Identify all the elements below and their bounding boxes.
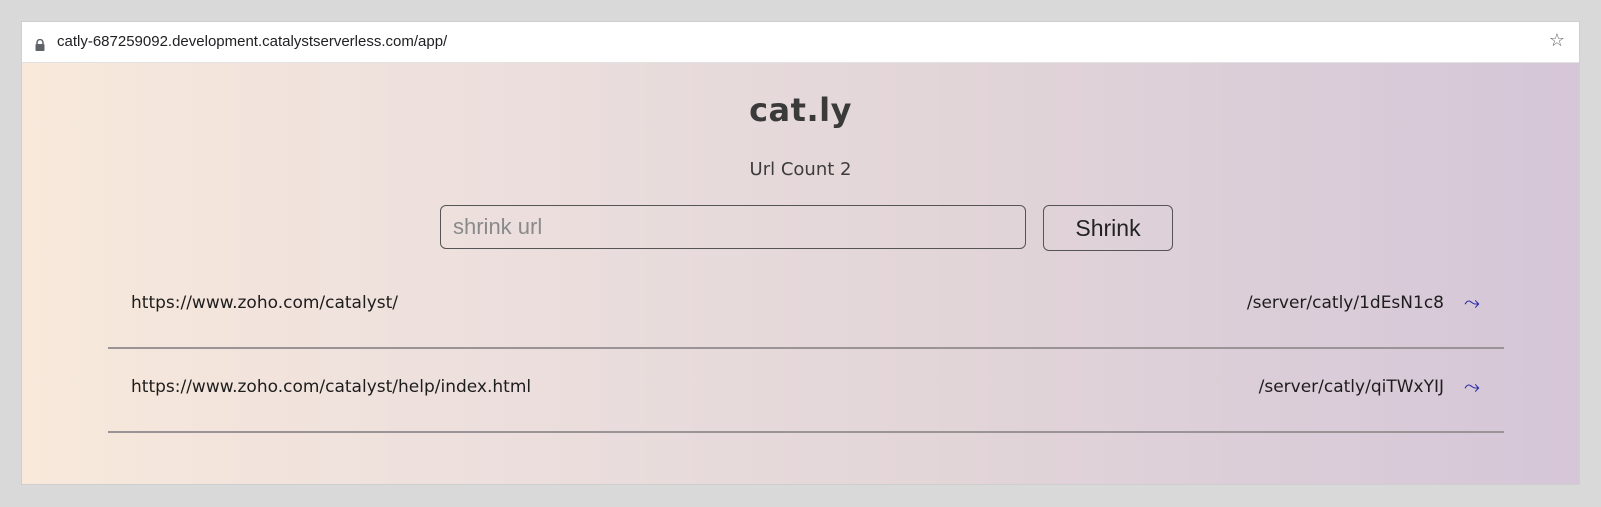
star-icon[interactable]: ☆ — [1549, 31, 1565, 51]
url-count: Url Count 2 — [749, 159, 852, 180]
arrow-right-icon[interactable]: ⤳ — [1464, 291, 1480, 313]
address-url[interactable]: catly-687259092.development.catalystserv… — [57, 32, 447, 52]
arrow-right-icon[interactable]: ⤳ — [1464, 375, 1480, 397]
short-url[interactable]: /server/catly/1dEsN1c8 — [1247, 293, 1444, 313]
long-url: https://www.zoho.com/catalyst/help/index… — [131, 377, 532, 397]
url-row: https://www.zoho.com/catalyst/help/index… — [108, 347, 1504, 433]
shrink-button[interactable]: Shrink — [1043, 205, 1173, 251]
app-content: cat.ly Url Count 2 Shrink https://www.zo… — [22, 63, 1579, 484]
app-title: cat.ly — [749, 91, 852, 129]
lock-icon — [35, 36, 45, 51]
address-bar[interactable]: catly-687259092.development.catalystserv… — [22, 22, 1579, 63]
long-url: https://www.zoho.com/catalyst/ — [131, 293, 399, 313]
url-row: https://www.zoho.com/catalyst/ /server/c… — [108, 263, 1504, 349]
browser-window: catly-687259092.development.catalystserv… — [22, 22, 1579, 484]
short-url[interactable]: /server/catly/qiTWxYIJ — [1259, 377, 1444, 397]
shrink-url-input[interactable] — [440, 205, 1026, 249]
